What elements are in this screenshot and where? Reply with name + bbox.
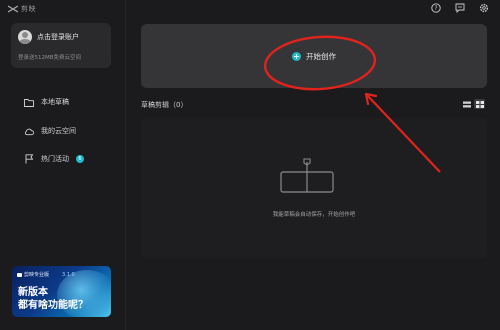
view-toggle	[461, 99, 485, 109]
promo-brand-text: 剪映专业版	[24, 272, 50, 278]
nav-label: 本地草稿	[41, 98, 69, 106]
drafts-section-title: 草稿剪辑（0）	[141, 101, 188, 109]
app-name: 剪映	[21, 5, 36, 13]
avatar	[18, 30, 32, 44]
grid-view-icon[interactable]	[474, 99, 485, 109]
empty-drafts-icon	[280, 158, 334, 193]
svg-text:?: ?	[434, 5, 437, 12]
promo-version: 3.1.0	[62, 272, 75, 278]
cloud-icon	[24, 126, 34, 136]
promo-subheadline: 都有啥功能呢？	[18, 300, 88, 311]
login-subtext: 登录送512MB免费云空间	[18, 55, 82, 61]
nav-local-drafts[interactable]: 本地草稿	[11, 93, 115, 111]
promo-banner[interactable]: 剪映专业版 3.1.0 新版本 都有啥功能呢？	[12, 266, 111, 317]
flag-icon	[24, 154, 34, 164]
start-creation-label: 开始创作	[306, 51, 336, 61]
settings-icon[interactable]	[478, 2, 490, 14]
nav-label: 我的云空间	[41, 127, 76, 135]
plus-icon: +	[292, 51, 301, 61]
window-toolbar: ?	[430, 2, 490, 14]
login-card[interactable]: 点击登录账户 登录送512MB免费云空间	[11, 23, 111, 68]
app-logo: 剪映	[8, 4, 36, 14]
folder-icon	[24, 97, 34, 107]
nav-cloud-space[interactable]: 我的云空间	[11, 122, 115, 140]
nav-hot-activities[interactable]: 热门活动 6	[11, 150, 115, 168]
list-view-icon[interactable]	[461, 99, 472, 109]
promo-brand: 剪映专业版	[17, 271, 49, 278]
capcut-logo-icon	[17, 272, 22, 277]
feedback-icon[interactable]	[454, 2, 466, 14]
drafts-empty-area: 我能草稿会自动保存，开始创作吧	[141, 118, 487, 258]
activity-count-badge: 6	[76, 155, 84, 163]
annotation-arrow-head	[364, 92, 378, 106]
sidebar: 剪映 点击登录账户 登录送512MB免费云空间 本地草稿 我的云空间 热门活动 …	[0, 0, 126, 330]
login-label: 点击登录账户	[37, 33, 79, 41]
start-creation-button[interactable]: + 开始创作	[141, 24, 487, 88]
help-icon[interactable]: ?	[430, 2, 442, 14]
empty-drafts-text: 我能草稿会自动保存，开始创作吧	[272, 212, 356, 218]
capcut-logo-icon	[8, 5, 18, 13]
nav-label: 热门活动	[41, 155, 69, 163]
